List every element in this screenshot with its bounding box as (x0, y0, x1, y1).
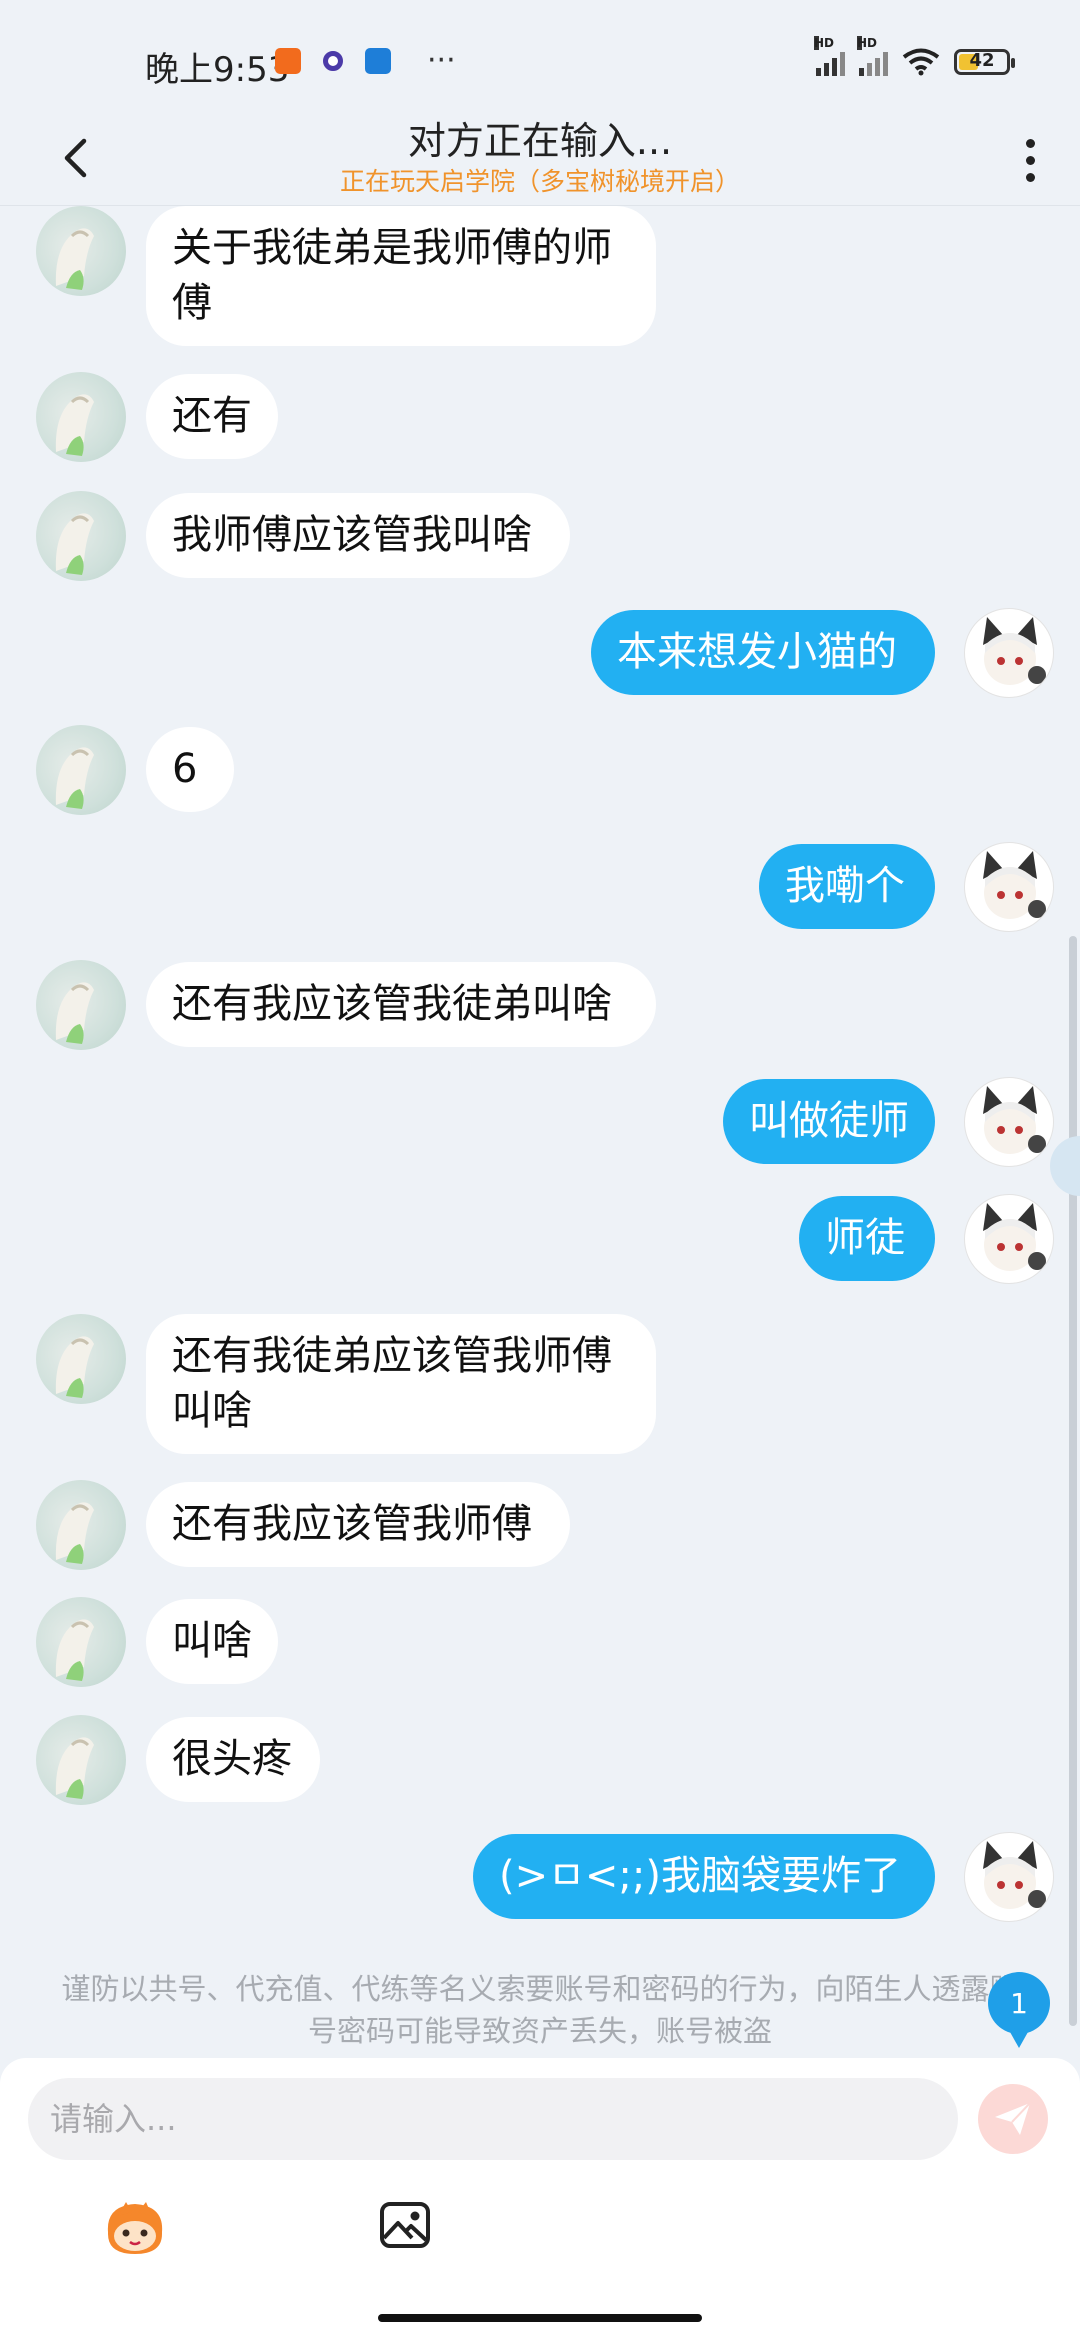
contact-avatar[interactable] (36, 1314, 126, 1404)
message-input[interactable] (28, 2078, 958, 2160)
wifi-icon (902, 48, 940, 76)
message-bubble[interactable]: 我嘞个 (759, 844, 935, 929)
emoji-face-icon (107, 2202, 163, 2254)
unread-badge[interactable]: 1 (988, 1972, 1050, 2048)
message-bubble[interactable]: 还有我应该管我徒弟叫啥 (146, 962, 656, 1047)
emoji-button[interactable] (102, 2198, 168, 2258)
my-avatar[interactable] (964, 1194, 1054, 1284)
chat-subtitle: 正在玩天启学院（多宝树秘境开启） (339, 167, 740, 196)
my-avatar[interactable] (964, 842, 1054, 932)
image-button[interactable] (378, 2198, 432, 2252)
message-bubble[interactable]: 很头疼 (146, 1717, 320, 1802)
battery-icon: 42 (954, 49, 1015, 75)
contact-avatar[interactable] (36, 1480, 126, 1570)
message-bubble[interactable]: 叫做徒师 (723, 1079, 935, 1164)
message-composer (0, 2058, 1080, 2340)
message-bubble[interactable]: 师徒 (799, 1196, 935, 1281)
contact-avatar[interactable] (36, 491, 126, 581)
status-right-icons: HD HD 42 (814, 36, 1015, 76)
more-options-button[interactable] (1010, 130, 1050, 190)
more-notifications-icon: ··· (427, 43, 456, 78)
status-bar: 晚上9:53 ··· HD HD 42 (0, 0, 1080, 110)
chat-message-list[interactable]: 关于我徒弟是我师傅的师 傅还有我师傅应该管我叫啥 本来想发小猫的 6 我嘞个还有我应该… (0, 206, 1080, 2056)
battery-percent: 42 (969, 50, 995, 71)
contact-avatar[interactable] (36, 960, 126, 1050)
contact-avatar[interactable] (36, 1715, 126, 1805)
message-notification-icon (365, 48, 391, 74)
message-bubble[interactable]: 我师傅应该管我叫啥 (146, 493, 570, 578)
home-indicator[interactable] (378, 2314, 702, 2322)
my-avatar[interactable] (964, 608, 1054, 698)
scrollbar[interactable] (1069, 936, 1077, 2026)
message-bubble[interactable]: 还有我应该管我师傅 (146, 1482, 570, 1567)
status-notification-icons: ··· (275, 43, 456, 78)
hd-label: HD (814, 36, 835, 50)
image-icon (380, 2202, 430, 2248)
message-bubble[interactable]: 关于我徒弟是我师傅的师 傅 (146, 206, 656, 346)
contact-avatar[interactable] (36, 1597, 126, 1687)
signal-icon: HD (814, 36, 845, 76)
signal-icon-2: HD (857, 36, 888, 76)
contact-avatar[interactable] (36, 725, 126, 815)
my-avatar[interactable] (964, 1077, 1054, 1167)
contact-avatar[interactable] (36, 206, 126, 296)
send-button[interactable] (978, 2084, 1048, 2154)
more-vertical-icon (1025, 138, 1035, 148)
status-time: 晚上9:53 (145, 50, 290, 90)
message-bubble[interactable]: 6 (146, 727, 234, 812)
send-icon (995, 2102, 1031, 2135)
message-bubble[interactable]: 叫啥 (146, 1599, 278, 1684)
message-bubble[interactable]: 还有 (146, 374, 278, 459)
hd-label-2: HD (857, 36, 878, 50)
message-bubble[interactable]: (>ㅁ<;;)我脑袋要炸了 (473, 1834, 935, 1919)
chat-header: 对方正在输入... 正在玩天启学院（多宝树秘境开启） (0, 110, 1080, 206)
chat-title: 对方正在输入... (407, 119, 673, 163)
circle-notification-icon (323, 51, 343, 71)
message-bubble[interactable]: 本来想发小猫的 (591, 610, 935, 695)
app-notification-icon (275, 48, 301, 74)
security-notice: 谨防以共号、代充值、代练等名义索要账号和密码的行为，向陌生人透露账号密码可能导致… (61, 1972, 1019, 2048)
message-bubble[interactable]: 还有我徒弟应该管我师傅 叫啥 (146, 1314, 656, 1454)
contact-avatar[interactable] (36, 372, 126, 462)
floating-side-tab[interactable] (1050, 1136, 1080, 1196)
my-avatar[interactable] (964, 1832, 1054, 1922)
